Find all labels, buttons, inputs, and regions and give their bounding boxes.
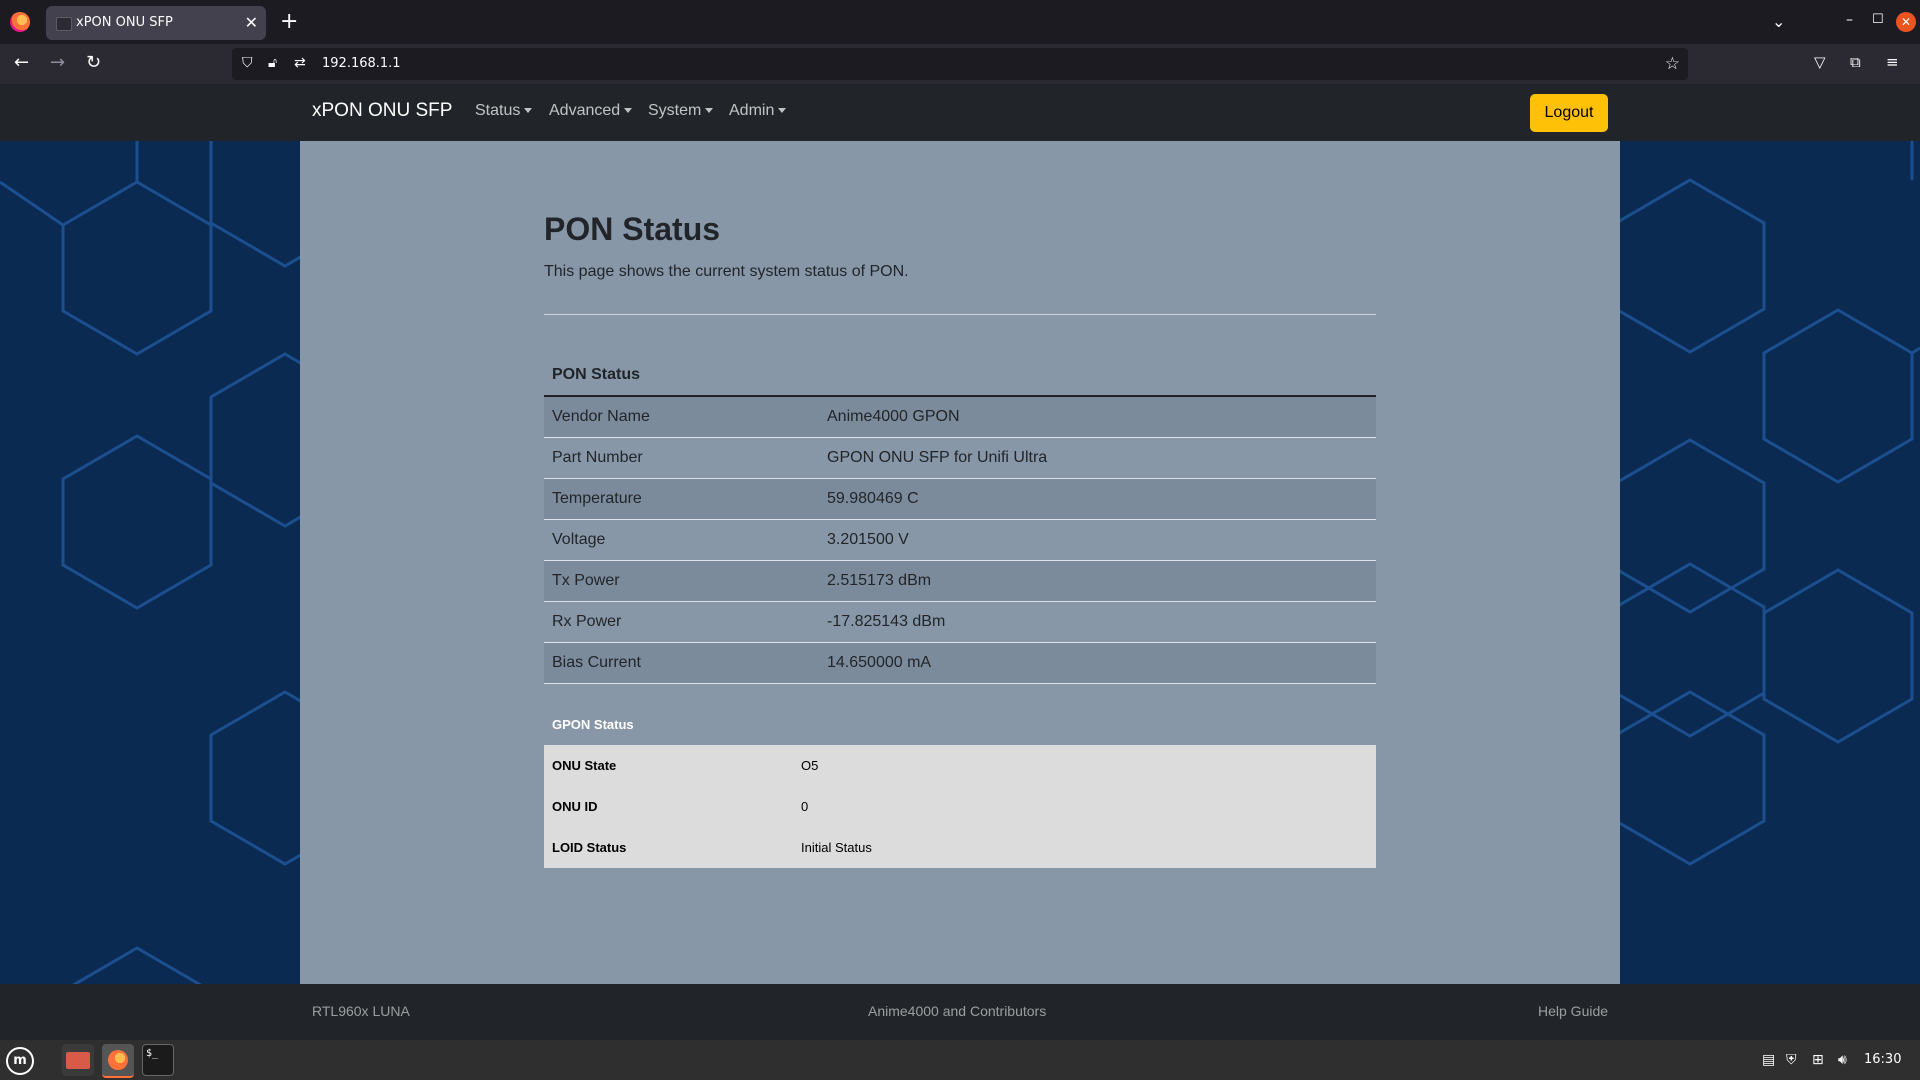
window-close-icon[interactable]: ✕	[1896, 12, 1916, 32]
pon-status-caption: PON Status	[544, 355, 1376, 397]
row-value: 59.980469 C	[827, 490, 919, 507]
menu-advanced[interactable]: Advanced	[549, 102, 633, 120]
url-text[interactable]: 192.168.1.1	[322, 56, 401, 71]
pocket-icon[interactable]: ▽	[1814, 53, 1826, 71]
table-row: Vendor Name Anime4000 GPON	[544, 397, 1376, 438]
caret-down-icon	[778, 108, 787, 114]
table-row: Voltage 3.201500 V	[544, 520, 1376, 561]
top-navbar: xPON ONU SFP Status Advanced System Admi…	[0, 84, 1920, 141]
row-value: Anime4000 GPON	[827, 408, 960, 425]
table-row: ONU ID 0	[544, 786, 1376, 827]
mint-menu-icon[interactable]: m	[6, 1047, 34, 1075]
clock[interactable]: 16:30	[1864, 1052, 1901, 1067]
files-app-icon[interactable]	[62, 1044, 94, 1076]
menu-advanced-label: Advanced	[549, 102, 621, 119]
row-label: Vendor Name	[552, 408, 650, 425]
firefox-app-icon[interactable]	[102, 1044, 134, 1078]
table-row: LOID Status Initial Status	[544, 827, 1376, 868]
gpon-status-body: ONU State O5 ONU ID 0 LOID Status Initial S…	[544, 745, 1376, 868]
tab-close-icon[interactable]: ✕	[245, 13, 258, 33]
browser-tab[interactable]: xPON ONU SFP ✕	[46, 6, 266, 40]
row-label: Bias Current	[552, 654, 641, 671]
row-label: Part Number	[552, 449, 643, 466]
bookmark-star-icon[interactable]: ☆	[1665, 54, 1680, 74]
pon-status-table: PON Status Vendor Name Anime4000 GPON Par…	[544, 355, 1376, 684]
row-value: O5	[801, 758, 819, 773]
extensions-icon[interactable]: ⧉	[1850, 53, 1861, 71]
row-label: Rx Power	[552, 613, 622, 630]
terminal-app-icon[interactable]: $_	[142, 1044, 174, 1076]
gpon-status-caption: GPON Status	[552, 717, 634, 732]
row-value: 3.201500 V	[827, 531, 909, 548]
row-value: 0	[801, 799, 809, 814]
firefox-logo-icon[interactable]	[10, 12, 30, 32]
row-value: 14.650000 mA	[827, 654, 932, 671]
table-row: Tx Power 2.515173 dBm	[544, 561, 1376, 602]
row-label: ONU ID	[552, 799, 598, 814]
table-row: ONU State O5	[544, 745, 1376, 786]
table-row: Bias Current 14.650000 mA	[544, 643, 1376, 684]
menu-admin-label: Admin	[729, 102, 775, 119]
volume-icon[interactable]: 🔊︎	[1838, 1052, 1847, 1068]
main-container: PON Status This page shows the current s…	[300, 141, 1620, 984]
table-row: Part Number GPON ONU SFP for Unifi Ultra	[544, 438, 1376, 479]
row-value: Initial Status	[801, 840, 872, 855]
window-maximize-icon[interactable]: ☐	[1872, 12, 1884, 27]
browser-tab-bar: xPON ONU SFP ✕ + ⌄ – ☐ ✕	[0, 0, 1920, 44]
row-value: 2.515173 dBm	[827, 572, 932, 589]
menu-status-label: Status	[475, 102, 521, 119]
footer-platform: RTL960x LUNA	[312, 1003, 410, 1019]
logout-button[interactable]: Logout	[1530, 94, 1608, 132]
row-label: Voltage	[552, 531, 606, 548]
page-description: This page shows the current system statu…	[544, 263, 909, 280]
tab-title: xPON ONU SFP	[76, 15, 173, 30]
menu-status[interactable]: Status	[475, 102, 533, 120]
menu-system-label: System	[648, 102, 702, 119]
footer-credits: Anime4000 and Contributors	[868, 1003, 1047, 1019]
row-value: GPON ONU SFP for Unifi Ultra	[827, 449, 1048, 466]
security-shield-icon[interactable]: ⛨	[1786, 1052, 1797, 1068]
web-page: xPON ONU SFP Status Advanced System Admi…	[0, 84, 1920, 1040]
caret-down-icon	[624, 108, 633, 114]
row-label: LOID Status	[552, 840, 627, 855]
shield-icon[interactable]: ⛉	[242, 55, 253, 71]
gpon-status-table: GPON Status ONU State O5 ONU ID 0 LOID Sta…	[544, 705, 1376, 868]
caret-down-icon	[705, 108, 714, 114]
row-label: Temperature	[552, 490, 642, 507]
page-footer: RTL960x LUNA Anime4000 and Contributors …	[0, 984, 1920, 1040]
tab-favicon-icon	[56, 17, 72, 31]
back-arrow-icon[interactable]: ←	[14, 52, 29, 74]
clipboard-icon[interactable]: ▤	[1762, 1052, 1775, 1068]
new-tab-button[interactable]: +	[280, 10, 298, 34]
browser-toolbar: ← → ↻ ⛉ 🔓︎ ⇄ 192.168.1.1 ☆ ▽ ⧉ ≡	[0, 44, 1920, 84]
lock-insecure-icon[interactable]: 🔓︎	[268, 55, 277, 71]
network-icon[interactable]: ⊞	[1812, 1052, 1824, 1068]
page-title: PON Status	[544, 211, 721, 247]
window-minimize-icon[interactable]: –	[1846, 12, 1853, 28]
caret-down-icon	[524, 108, 533, 114]
row-label: Tx Power	[552, 572, 620, 589]
permissions-icon[interactable]: ⇄	[294, 55, 306, 71]
url-bar[interactable]: ⛉ 🔓︎ ⇄ 192.168.1.1 ☆	[232, 48, 1688, 80]
menu-admin[interactable]: Admin	[729, 102, 787, 120]
forward-arrow-icon[interactable]: →	[50, 52, 65, 74]
row-value: -17.825143 dBm	[827, 613, 946, 630]
table-row: Temperature 59.980469 C	[544, 479, 1376, 520]
row-label: ONU State	[552, 758, 617, 773]
menu-system[interactable]: System	[648, 102, 714, 120]
table-row: Rx Power -17.825143 dBm	[544, 602, 1376, 643]
reload-icon[interactable]: ↻	[86, 52, 101, 74]
divider	[544, 314, 1376, 315]
menu-hamburger-icon[interactable]: ≡	[1886, 53, 1899, 71]
tab-list-chevron-icon[interactable]: ⌄	[1772, 12, 1785, 31]
help-guide-link[interactable]: Help Guide	[1538, 1003, 1608, 1019]
navbar-brand[interactable]: xPON ONU SFP	[312, 100, 452, 122]
desktop-taskbar: m $_ ▤ ⛨ ⊞ 🔊︎ 16:30	[0, 1040, 1920, 1080]
